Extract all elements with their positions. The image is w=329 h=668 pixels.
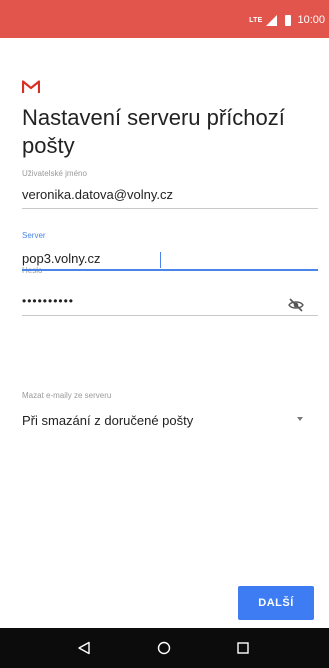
navigation-bar <box>0 628 329 668</box>
server-input[interactable]: pop3.volny.cz <box>22 251 101 266</box>
username-underline <box>22 208 318 209</box>
status-indicators: LTE 10:00 <box>249 13 325 27</box>
recent-apps-button[interactable] <box>231 636 255 660</box>
status-bar: LTE 10:00 <box>0 0 329 38</box>
password-input[interactable]: •••••••••• <box>22 294 74 308</box>
username-label: Uživatelské jméno <box>22 169 87 178</box>
gmail-icon <box>22 80 40 93</box>
dropdown-arrow-icon[interactable] <box>297 417 303 421</box>
signal-icon <box>266 14 278 26</box>
next-button[interactable]: DALŠÍ <box>238 586 314 620</box>
delete-mail-select[interactable]: Při smazání z doručené pošty <box>22 413 193 428</box>
text-cursor <box>160 252 161 268</box>
page-title: Nastavení serveru příchozí pošty <box>22 105 285 158</box>
password-underline <box>22 315 318 316</box>
status-time: 10:00 <box>297 14 325 26</box>
home-button[interactable] <box>152 636 176 660</box>
home-icon <box>157 641 171 655</box>
visibility-off-icon[interactable] <box>287 296 305 314</box>
server-underline <box>22 269 318 271</box>
username-input[interactable]: veronika.datova@volny.cz <box>22 187 173 202</box>
lte-indicator: LTE <box>249 16 263 24</box>
delete-mail-label: Mazat e-maily ze serveru <box>22 391 112 400</box>
back-icon <box>78 641 90 655</box>
back-button[interactable] <box>72 636 96 660</box>
battery-icon <box>285 14 292 26</box>
recent-apps-icon <box>237 642 249 654</box>
server-label: Server <box>22 231 46 240</box>
